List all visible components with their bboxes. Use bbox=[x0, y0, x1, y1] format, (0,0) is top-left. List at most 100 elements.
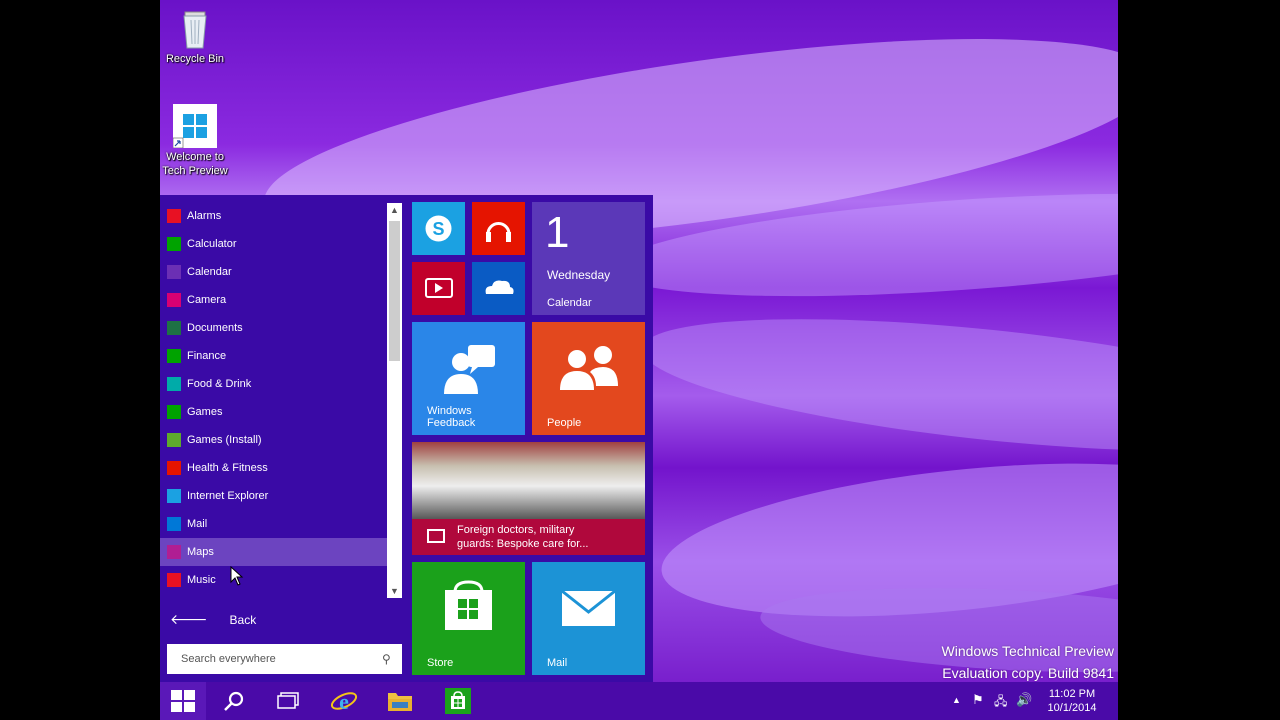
news-headline-line1: Foreign doctors, military bbox=[457, 524, 575, 536]
start-button[interactable] bbox=[160, 682, 206, 720]
tile-mail[interactable]: Mail bbox=[532, 562, 645, 675]
food-drink-icon bbox=[167, 377, 181, 391]
search-icon: ⚲ bbox=[382, 652, 391, 666]
tile-store[interactable]: Store bbox=[412, 562, 525, 675]
action-center-flag-icon[interactable]: ⚑ bbox=[972, 692, 984, 708]
back-arrow-icon: 🡐 bbox=[170, 611, 208, 627]
app-list-item-label: Finance bbox=[187, 350, 227, 362]
tile-label-line2: Feedback bbox=[427, 417, 476, 429]
task-view-button[interactable] bbox=[266, 682, 310, 720]
svg-text:S: S bbox=[432, 219, 444, 239]
internet-explorer-icon: e bbox=[330, 689, 358, 714]
health-icon bbox=[167, 461, 181, 475]
feedback-icon bbox=[444, 345, 495, 394]
tile-onedrive[interactable] bbox=[472, 262, 525, 315]
app-list-item-label: Games bbox=[187, 406, 223, 418]
news-headline-line2: guards: Bespoke care for... bbox=[457, 538, 589, 550]
windows-logo-icon bbox=[172, 104, 217, 149]
app-list-item-games-install[interactable]: Games (Install) bbox=[160, 426, 388, 454]
app-list-item-camera[interactable]: Camera bbox=[160, 286, 388, 314]
tile-label: People bbox=[547, 417, 582, 429]
app-list-item-health-fitness[interactable]: Health & Fitness bbox=[160, 454, 388, 482]
app-list-item-food-drink[interactable]: Food & Drink bbox=[160, 370, 388, 398]
task-view-icon bbox=[277, 692, 299, 709]
app-list-item-label: Documents bbox=[187, 322, 243, 334]
show-hidden-icons-button[interactable]: ▲ bbox=[952, 695, 961, 705]
taskbar-search-button[interactable] bbox=[212, 682, 256, 720]
app-list-item-mail[interactable]: Mail bbox=[160, 510, 388, 538]
calendar-weekday: Wednesday bbox=[547, 268, 611, 282]
app-list-item-finance[interactable]: Finance bbox=[160, 342, 388, 370]
calendar-day: 1 bbox=[545, 208, 570, 257]
calendar-icon bbox=[167, 265, 181, 279]
music-icon bbox=[167, 573, 181, 587]
app-list-item-calculator[interactable]: Calculator bbox=[160, 230, 388, 258]
tile-video[interactable] bbox=[412, 262, 465, 315]
onedrive-cloud-icon bbox=[485, 280, 514, 294]
clock[interactable]: 11:02 PM 10/1/2014 bbox=[1043, 687, 1101, 715]
app-list-item-calendar[interactable]: Calendar bbox=[160, 258, 388, 286]
app-list-item-alarms[interactable]: Alarms bbox=[160, 202, 388, 230]
games-icon bbox=[167, 405, 181, 419]
taskbar: e ▲ ⚑ 🖧 🔊 11:02 PM 10/1/2014 bbox=[160, 682, 1118, 720]
scroll-down-arrow[interactable]: ▼ bbox=[387, 584, 402, 598]
system-tray: ▲ ⚑ 🖧 🔊 11:02 PM 10/1/2014 bbox=[948, 682, 1118, 720]
back-button[interactable]: 🡐 Back bbox=[170, 611, 256, 628]
mail-envelope-icon bbox=[561, 589, 616, 626]
app-list-item-label: Food & Drink bbox=[187, 378, 252, 390]
taskbar-store[interactable] bbox=[436, 682, 480, 720]
tile-label-line1: Windows bbox=[427, 405, 472, 417]
app-list-item-games[interactable]: Games bbox=[160, 398, 388, 426]
video-icon bbox=[425, 278, 453, 298]
desktop-icon-welcome[interactable]: Welcome to Tech Preview bbox=[160, 104, 230, 178]
desktop-icon-recycle-bin[interactable]: Recycle Bin bbox=[160, 6, 230, 66]
start-menu: Alarms Calculator Calendar Camera Documents F… bbox=[160, 195, 653, 682]
app-list-scrollbar[interactable]: ▲ ▼ bbox=[387, 203, 402, 598]
app-list: Alarms Calculator Calendar Camera Documents F… bbox=[160, 202, 388, 594]
tile-news[interactable]: Foreign doctors, military guards: Bespok… bbox=[412, 442, 645, 555]
internet-explorer-icon bbox=[167, 489, 181, 503]
tile-windows-feedback[interactable]: Windows Feedback bbox=[412, 322, 525, 435]
app-list-item-label: Camera bbox=[187, 294, 227, 306]
app-list-item-internet-explorer[interactable]: Internet Explorer bbox=[160, 482, 388, 510]
search-input[interactable] bbox=[179, 652, 378, 666]
scroll-thumb[interactable] bbox=[389, 221, 400, 361]
tile-music[interactable] bbox=[472, 202, 525, 255]
news-headline: Foreign doctors, military guards: Bespok… bbox=[457, 523, 588, 551]
news-banner: Foreign doctors, military guards: Bespok… bbox=[412, 519, 645, 555]
svg-text:e: e bbox=[339, 689, 349, 714]
scroll-up-arrow[interactable]: ▲ bbox=[387, 203, 402, 217]
search-box[interactable]: ⚲ bbox=[167, 644, 402, 674]
news-photo bbox=[412, 442, 645, 522]
desktop-icon-label: Recycle Bin bbox=[165, 53, 225, 65]
games-install-icon bbox=[167, 433, 181, 447]
volume-icon[interactable]: 🔊 bbox=[1016, 692, 1032, 708]
clock-time: 11:02 PM bbox=[1048, 688, 1096, 700]
taskbar-file-explorer[interactable] bbox=[378, 682, 422, 720]
tile-label: Mail bbox=[547, 657, 568, 669]
folder-icon bbox=[388, 693, 412, 711]
tile-label: Calendar bbox=[547, 297, 592, 309]
search-icon bbox=[224, 691, 244, 711]
tile-skype[interactable]: S bbox=[412, 202, 465, 255]
app-list-item-label: Internet Explorer bbox=[187, 490, 269, 502]
people-icon bbox=[560, 346, 618, 390]
evaluation-watermark: Windows Technical Preview Evaluation cop… bbox=[942, 640, 1114, 684]
desktop-icon-label: Welcome to Tech Preview bbox=[162, 151, 228, 177]
app-list-item-maps[interactable]: Maps bbox=[160, 538, 388, 566]
taskbar-internet-explorer[interactable]: e bbox=[322, 682, 366, 720]
tile-label: Store bbox=[427, 657, 454, 669]
store-icon bbox=[445, 688, 471, 714]
skype-icon: S bbox=[425, 215, 452, 242]
network-icon[interactable]: 🖧 bbox=[994, 692, 1007, 713]
app-list-item-music[interactable]: Music bbox=[160, 566, 388, 594]
finance-icon bbox=[167, 349, 181, 363]
app-list-item-label: Alarms bbox=[187, 210, 222, 222]
watermark-line1: Windows Technical Preview bbox=[941, 643, 1114, 659]
tile-calendar[interactable]: 1 Wednesday Calendar bbox=[532, 202, 645, 315]
tile-people[interactable]: People bbox=[532, 322, 645, 435]
mouse-cursor-icon bbox=[230, 566, 244, 586]
calculator-icon bbox=[167, 237, 181, 251]
app-list-item-documents[interactable]: Documents bbox=[160, 314, 388, 342]
news-icon bbox=[427, 529, 445, 543]
